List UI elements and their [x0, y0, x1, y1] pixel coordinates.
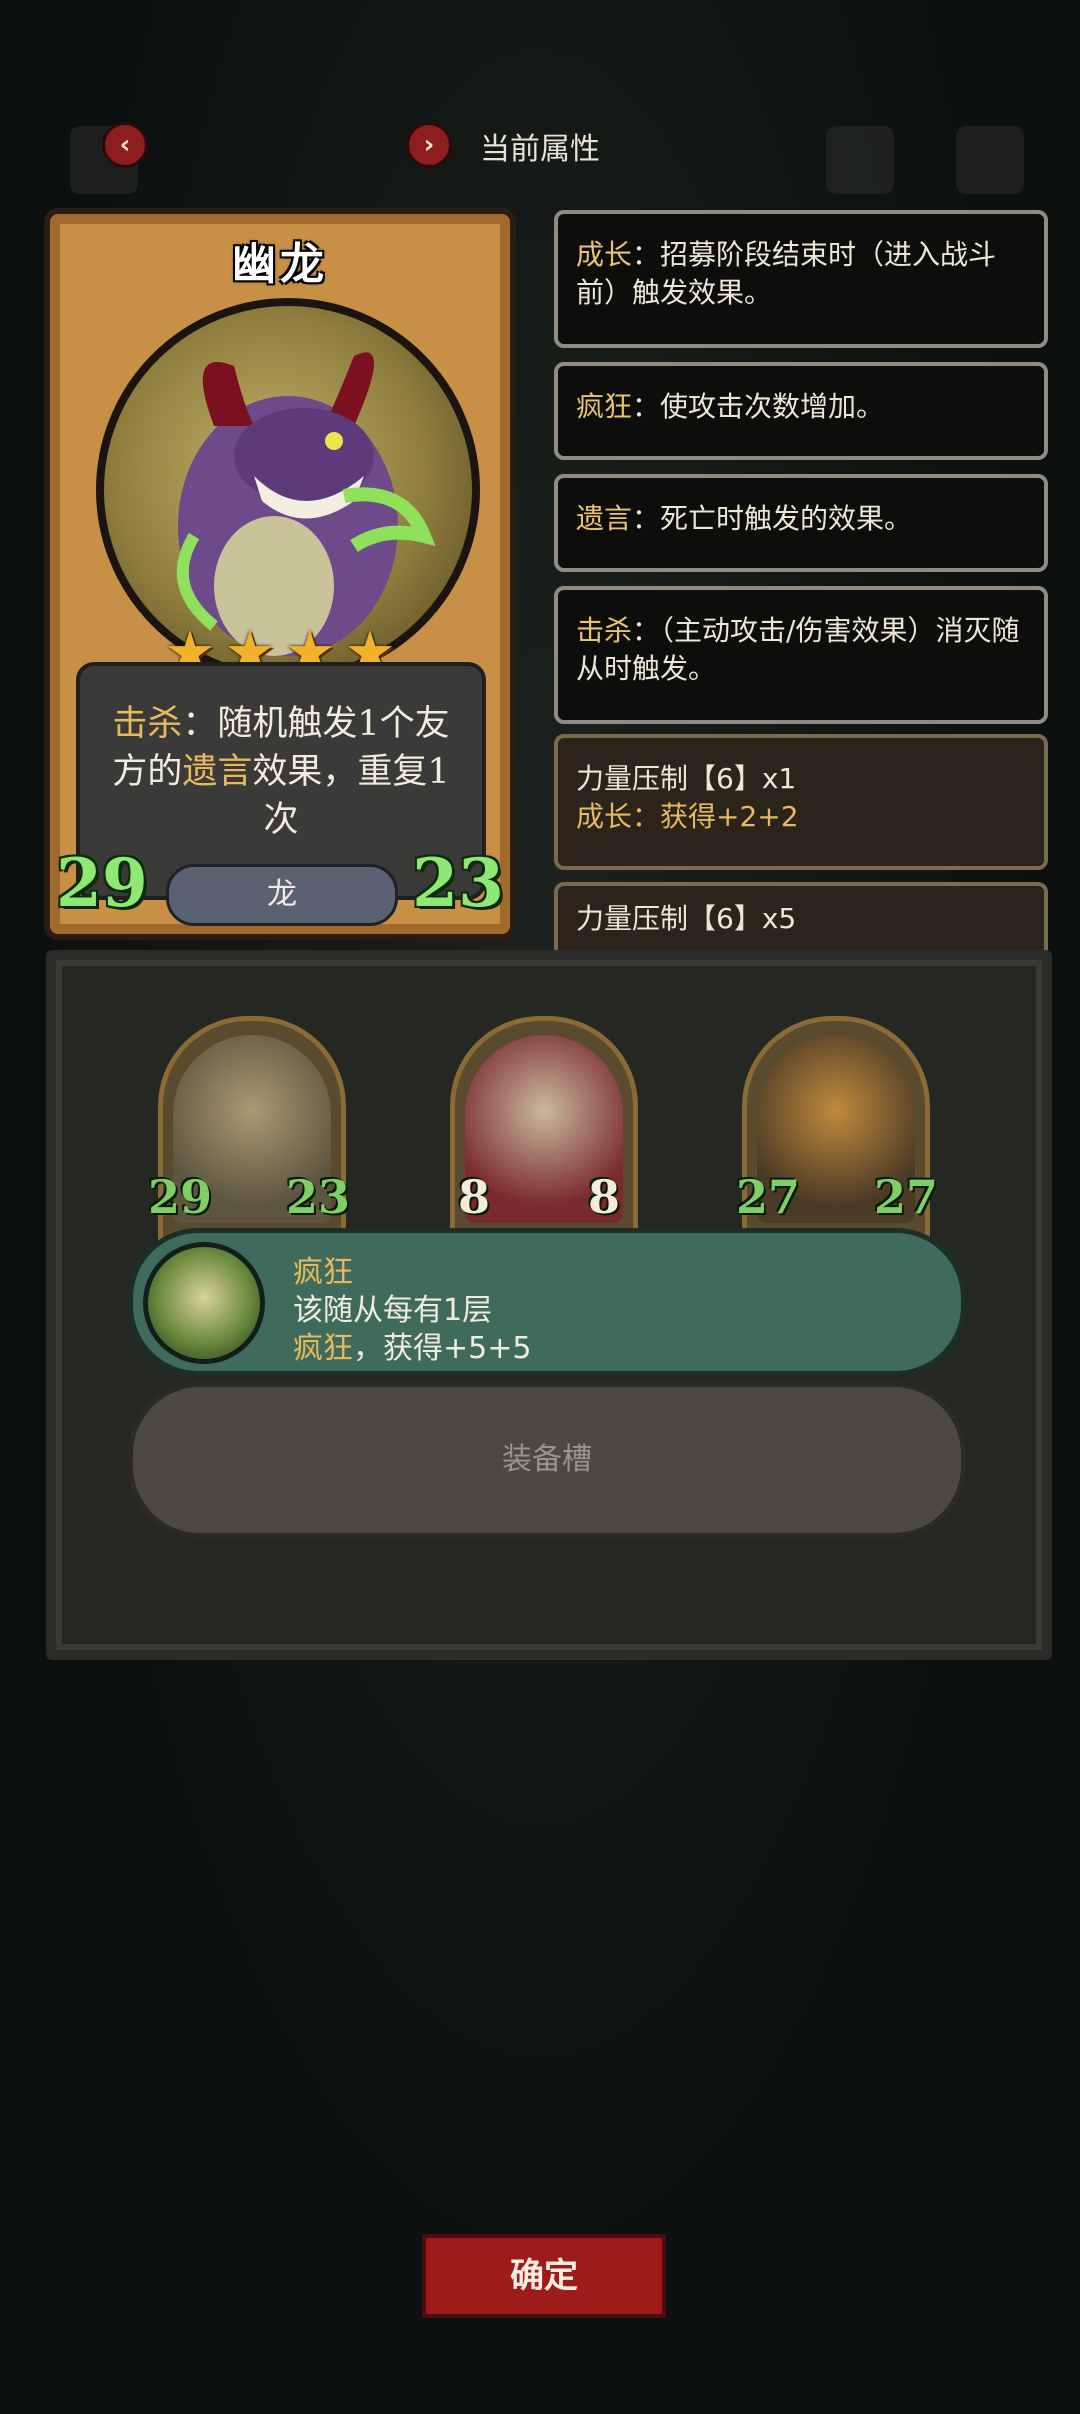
minion-type: 龙: [166, 864, 398, 926]
buff-panel-1: 力量压制【6】x1 成长：获得+2+2: [554, 734, 1048, 870]
keyword-name: 疯狂: [576, 390, 633, 423]
card-description: 击杀：随机触发1个友方的遗言效果，重复1次: [102, 700, 460, 844]
buff-keyword: 成长: [576, 800, 633, 833]
chevron-right-icon: ›: [423, 130, 435, 160]
equip-slot[interactable]: 装备槽: [128, 1382, 966, 1538]
tooltip-line2-text: ，获得+5+5: [353, 1331, 532, 1366]
page-title: 当前属性: [480, 132, 600, 167]
minion-3-attack: 27: [736, 1170, 801, 1224]
minion-2-attack: 8: [458, 1170, 491, 1224]
minion-2-health: 8: [588, 1170, 621, 1224]
keyword-text: ：招募阶段结束时（进入战斗前）触发效果。: [576, 238, 997, 309]
keyword-text: ：使攻击次数增加。: [632, 390, 885, 423]
tooltip-line2: 疯狂，获得+5+5: [293, 1323, 531, 1367]
next-page-button[interactable]: ›: [406, 122, 452, 168]
frenzy-skull-icon: [143, 1242, 265, 1364]
keyword-name: 成长: [576, 238, 633, 271]
keyword-name: 击杀: [576, 614, 633, 647]
keyword-name: 遗言: [576, 502, 633, 535]
attack-value: 29: [56, 844, 148, 922]
minion-1-attack: 29: [148, 1170, 213, 1224]
keyword-panel-kill: 击杀：（主动攻击/伤害效果）消灭随从时触发。: [554, 586, 1048, 724]
buff-panel-2: 力量压制【6】x5: [554, 882, 1048, 952]
keyword-deathrattle: 遗言: [182, 752, 253, 792]
keyword-panel-deathrattle: 遗言：死亡时触发的效果。: [554, 474, 1048, 572]
confirm-button[interactable]: 确定: [422, 2234, 666, 2318]
keyword-panel-frenzy: 疯狂：使攻击次数增加。: [554, 362, 1048, 460]
buff-title: 力量压制【6】x1: [576, 762, 797, 795]
keyword-text: ：死亡时触发的效果。: [632, 502, 913, 535]
card-name: 幽龙: [232, 239, 328, 290]
minion-3-health: 27: [874, 1170, 939, 1224]
keyword-kill: 击杀: [112, 704, 183, 744]
frenzy-tooltip: 疯狂 该随从每有1层 疯狂，获得+5+5: [128, 1228, 966, 1376]
health-value: 23: [412, 844, 504, 922]
minion-card: 幽龙 ★ ★ ★ ★ 击杀：随机触发1个友方的遗言效果，重复1次 龙 29 23: [44, 208, 516, 940]
keyword-text: ：（主动攻击/伤害效果）消灭随从时触发。: [576, 614, 1020, 685]
buff-text: ：获得+2+2: [632, 800, 799, 833]
description-part2: 效果，重复1次: [252, 752, 450, 840]
buff-title: 力量压制【6】x5: [576, 902, 797, 935]
keyword-panel-growth: 成长：招募阶段结束时（进入战斗前）触发效果。: [554, 210, 1048, 348]
minion-1-health: 23: [286, 1170, 351, 1224]
tooltip-keyword: 疯狂: [293, 1331, 353, 1366]
